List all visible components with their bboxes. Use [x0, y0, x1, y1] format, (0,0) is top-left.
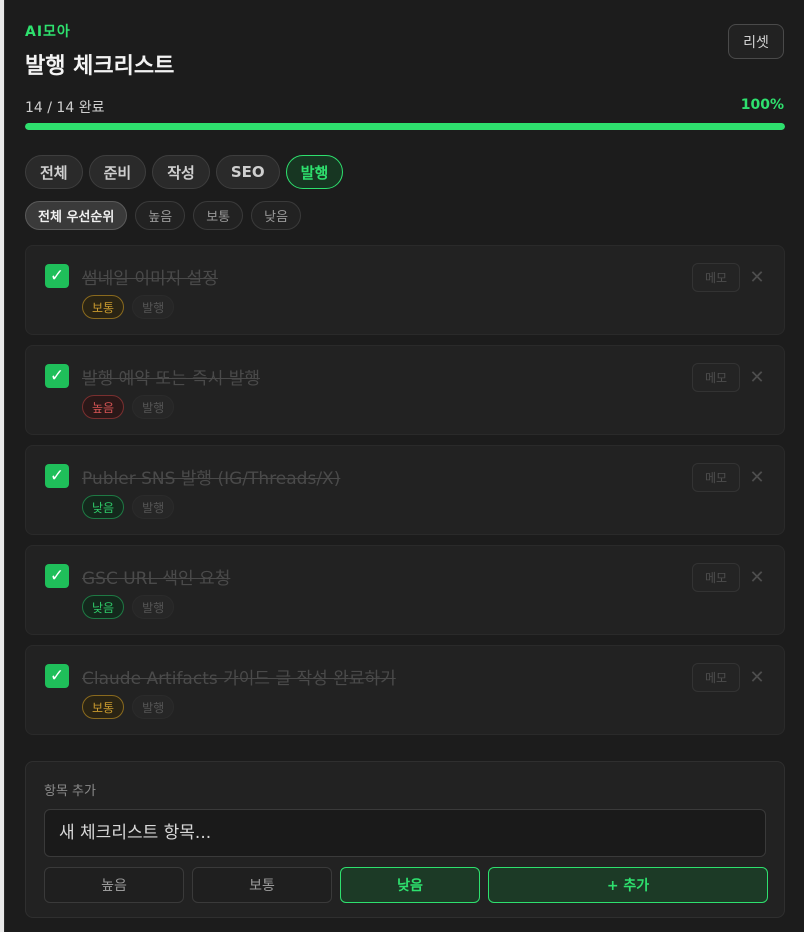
item-text: 발행 예약 또는 즉시 발행 — [82, 369, 261, 389]
add-item-label: 항목 추가 — [44, 784, 96, 799]
tab-all[interactable]: 전체 — [25, 155, 83, 189]
priority-badge: 보통 — [82, 695, 125, 719]
priority-badge: 낮음 — [82, 595, 125, 619]
progress-fill — [25, 123, 785, 130]
item-badges: 보통 발행 — [82, 695, 175, 719]
priority-filters: 전체 우선순위 높음 보통 낮음 — [25, 201, 302, 230]
close-icon[interactable]: ✕ — [746, 263, 768, 292]
add-item-actions: 높음 보통 낮음 + 추가 — [44, 867, 768, 903]
checkbox-checked[interactable]: ✓ — [45, 264, 69, 288]
category-badge: 발행 — [132, 495, 175, 519]
filter-medium[interactable]: 보통 — [193, 201, 244, 230]
checklist-item: ✓ 발행 예약 또는 즉시 발행 높음 발행 메모 ✕ — [25, 345, 785, 435]
tab-publish[interactable]: 발행 — [285, 155, 344, 189]
category-badge: 발행 — [132, 295, 175, 319]
checklist-item: ✓ Claude Artifacts 가이드 글 작성 완료하기 보통 발행 메… — [25, 645, 785, 735]
item-badges: 낮음 발행 — [82, 495, 175, 519]
priority-low-button[interactable]: 낮음 — [340, 867, 480, 903]
add-item-panel: 항목 추가 높음 보통 낮음 + 추가 — [25, 761, 785, 918]
priority-badge: 낮음 — [82, 495, 125, 519]
close-icon[interactable]: ✕ — [746, 663, 768, 692]
close-icon[interactable]: ✕ — [746, 363, 768, 392]
checkbox-checked[interactable]: ✓ — [45, 564, 69, 588]
progress-bar — [25, 123, 785, 130]
close-icon[interactable]: ✕ — [746, 563, 768, 592]
tab-write[interactable]: 작성 — [152, 155, 210, 189]
item-badges: 보통 발행 — [82, 295, 175, 319]
priority-medium-button[interactable]: 보통 — [192, 867, 332, 903]
category-badge: 발행 — [132, 595, 175, 619]
tab-prepare[interactable]: 준비 — [88, 155, 147, 189]
progress-percent: 100% — [740, 97, 784, 113]
priority-badge: 보통 — [82, 295, 125, 319]
category-badge: 발행 — [132, 395, 175, 419]
item-text: 썸네일 이미지 설정 — [82, 269, 218, 289]
checkbox-checked[interactable]: ✓ — [45, 364, 69, 388]
page-title: 발행 체크리스트 — [25, 54, 175, 79]
memo-button[interactable]: 메모 — [692, 563, 740, 592]
memo-button[interactable]: 메모 — [692, 263, 740, 292]
checkbox-checked[interactable]: ✓ — [45, 464, 69, 488]
checklist-app: AI모아 발행 체크리스트 리셋 14 / 14 완료 100% 전체 준비 작… — [4, 0, 804, 932]
item-text: Publer SNS 발행 (IG/Threads/X) — [82, 469, 341, 489]
reset-button[interactable]: 리셋 — [728, 24, 784, 59]
checklist-item: ✓ GSC URL 색인 요청 낮음 발행 메모 ✕ — [25, 545, 785, 635]
checkbox-checked[interactable]: ✓ — [45, 664, 69, 688]
checklist-item: ✓ 썸네일 이미지 설정 보통 발행 메모 ✕ — [25, 245, 785, 335]
item-text: Claude Artifacts 가이드 글 작성 완료하기 — [82, 669, 396, 689]
priority-badge: 높음 — [82, 395, 125, 419]
category-badge: 발행 — [132, 695, 175, 719]
brand-label: AI모아 — [25, 24, 71, 40]
filter-low[interactable]: 낮음 — [251, 201, 302, 230]
progress-count: 14 / 14 완료 — [25, 100, 105, 116]
close-icon[interactable]: ✕ — [746, 463, 768, 492]
item-text: GSC URL 색인 요청 — [82, 569, 231, 589]
checklist-item: ✓ Publer SNS 발행 (IG/Threads/X) 낮음 발행 메모 … — [25, 445, 785, 535]
filter-all-priority[interactable]: 전체 우선순위 — [25, 201, 128, 230]
tab-seo[interactable]: SEO — [215, 155, 280, 189]
category-tabs: 전체 준비 작성 SEO 발행 — [25, 155, 344, 189]
memo-button[interactable]: 메모 — [692, 363, 740, 392]
memo-button[interactable]: 메모 — [692, 463, 740, 492]
checklist-items: ✓ 썸네일 이미지 설정 보통 발행 메모 ✕ ✓ 발행 예약 또는 즉시 발행… — [25, 245, 785, 745]
filter-high[interactable]: 높음 — [135, 201, 186, 230]
priority-high-button[interactable]: 높음 — [44, 867, 184, 903]
new-item-input[interactable] — [44, 809, 766, 857]
add-item-button[interactable]: + 추가 — [488, 867, 768, 903]
item-badges: 높음 발행 — [82, 395, 175, 419]
item-badges: 낮음 발행 — [82, 595, 175, 619]
memo-button[interactable]: 메모 — [692, 663, 740, 692]
